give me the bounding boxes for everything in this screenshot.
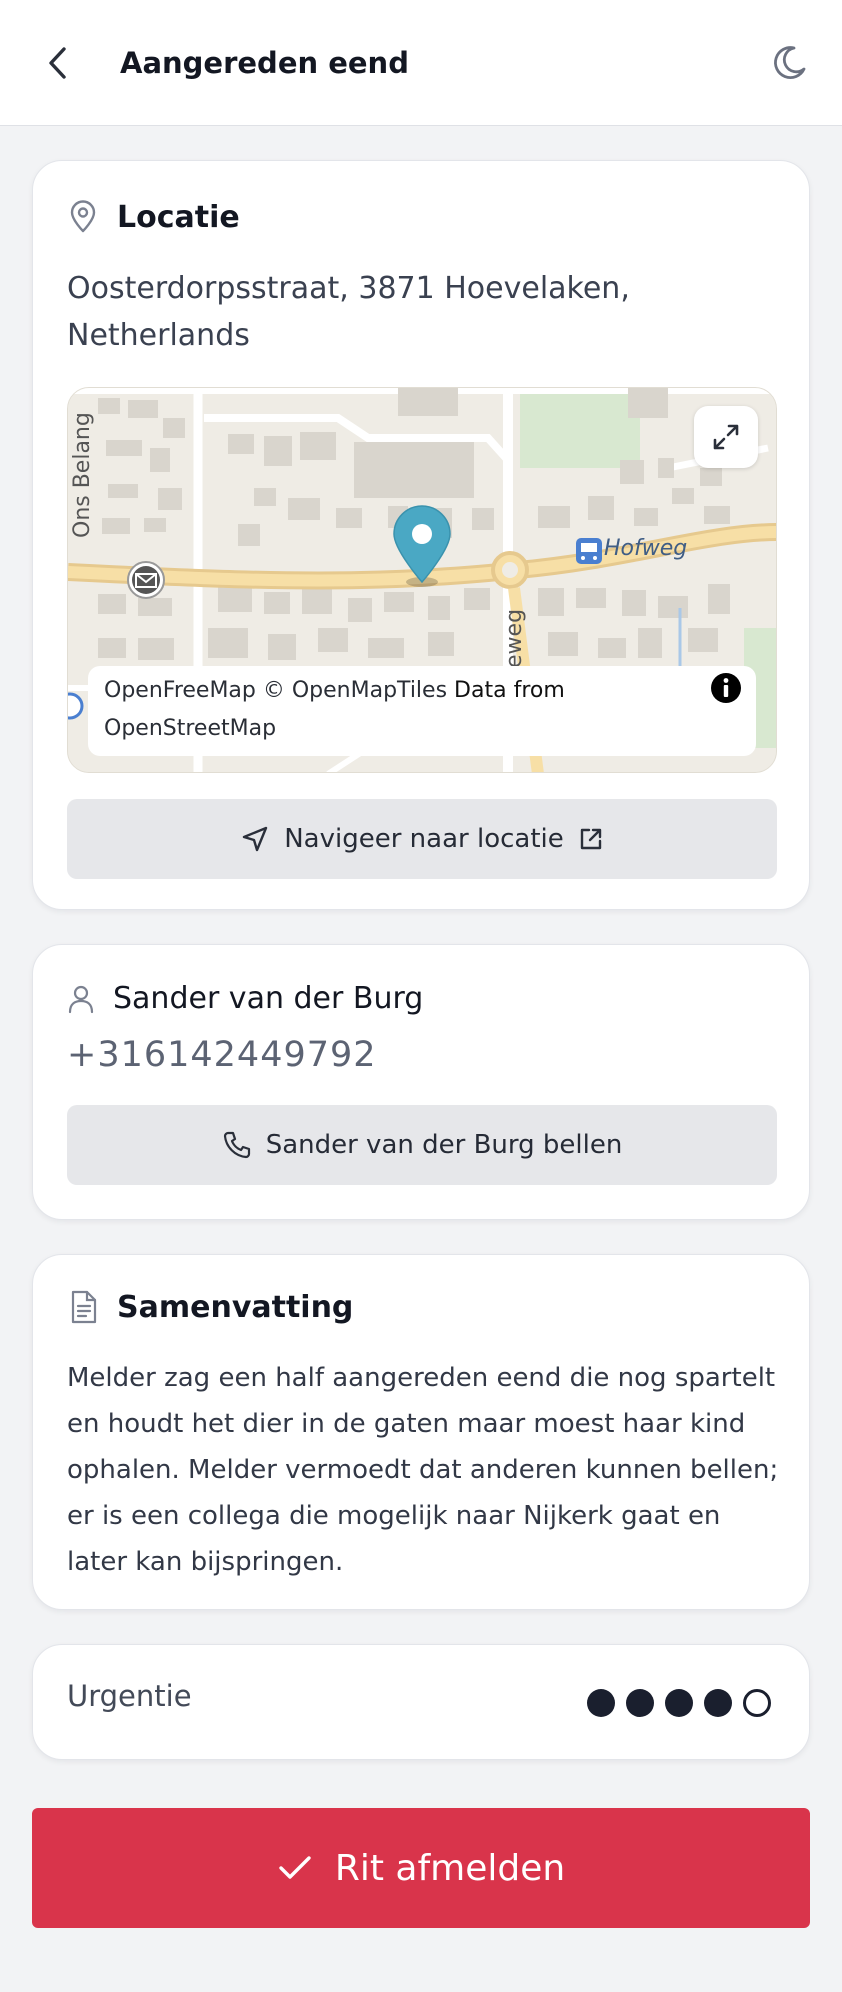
complete-ride-button[interactable]: Rit afmelden <box>32 1808 810 1928</box>
external-link-icon <box>578 826 604 852</box>
openfreemap-link[interactable]: OpenFreeMap <box>104 678 256 703</box>
map-label-ons-belang-text: Ons Belang <box>70 412 95 538</box>
contact-card: Sander van der Burg +316142449792 Sander… <box>32 944 810 1220</box>
location-card-header: Locatie <box>67 199 240 235</box>
location-address: Oosterdorpsstraat, 3871 Hoevelaken, Neth… <box>67 271 630 353</box>
back-button[interactable] <box>40 40 76 86</box>
summary-card-header: Samenvatting <box>67 1289 353 1325</box>
map-fullscreen-button[interactable] <box>694 406 758 468</box>
map-pin-icon <box>67 199 99 235</box>
navigate-button[interactable]: Navigeer naar locatie <box>67 799 777 879</box>
page-title: Aangereden eend <box>120 46 409 80</box>
map-label-ons-belang: Ons Belang <box>70 412 100 568</box>
dark-mode-toggle[interactable] <box>766 40 812 86</box>
call-button[interactable]: Sander van der Burg bellen <box>67 1105 777 1185</box>
contact-header: Sander van der Burg <box>67 981 423 1016</box>
urgency-dot-filled <box>665 1689 693 1717</box>
check-icon <box>277 1853 313 1883</box>
map-label-weg-text: eweg <box>502 608 527 668</box>
attribution-data-from: Data from <box>454 678 565 703</box>
map-attribution: OpenFreeMap © OpenMapTiles Data from Ope… <box>88 666 756 756</box>
document-icon <box>67 1289 99 1325</box>
openmaptiles-link[interactable]: © OpenMapTiles <box>263 678 447 703</box>
summary-text: Melder zag een half aangereden eend die … <box>67 1363 779 1577</box>
user-icon <box>67 984 97 1014</box>
urgency-indicator <box>587 1689 782 1717</box>
moon-icon <box>774 46 806 79</box>
complete-ride-label: Rit afmelden <box>334 1847 566 1889</box>
map-label-hofweg: Hofweg <box>604 536 688 561</box>
openstreetmap-link[interactable]: OpenStreetMap <box>104 716 276 741</box>
summary-card: Samenvatting Melder zag een half aangere… <box>32 1254 810 1610</box>
urgency-dot-filled <box>704 1689 732 1717</box>
navigation-arrow-icon <box>240 824 270 854</box>
urgency-card: Urgentie <box>32 1644 810 1760</box>
urgency-label: Urgentie <box>67 1679 192 1713</box>
location-title: Locatie <box>117 199 240 235</box>
expand-icon <box>713 424 739 450</box>
urgency-dot-filled <box>626 1689 654 1717</box>
chevron-left-icon <box>49 47 66 79</box>
urgency-dot-filled <box>587 1689 615 1717</box>
app-header: Aangereden eend <box>0 0 842 126</box>
call-button-label: Sander van der Burg bellen <box>265 1130 623 1160</box>
contact-name: Sander van der Burg <box>113 981 424 1016</box>
location-map[interactable]: Hofweg Ons Belang eweg OpenFreeMap © Ope… <box>67 387 777 773</box>
info-icon[interactable] <box>708 670 744 706</box>
contact-phone: +316142449792 <box>67 1035 377 1075</box>
location-card: Locatie Oosterdorpsstraat, 3871 Hoevelak… <box>32 160 810 910</box>
navigate-button-label: Navigeer naar locatie <box>284 824 564 854</box>
summary-title: Samenvatting <box>117 1289 354 1325</box>
phone-icon <box>222 1130 252 1160</box>
urgency-dot-empty <box>743 1689 771 1717</box>
